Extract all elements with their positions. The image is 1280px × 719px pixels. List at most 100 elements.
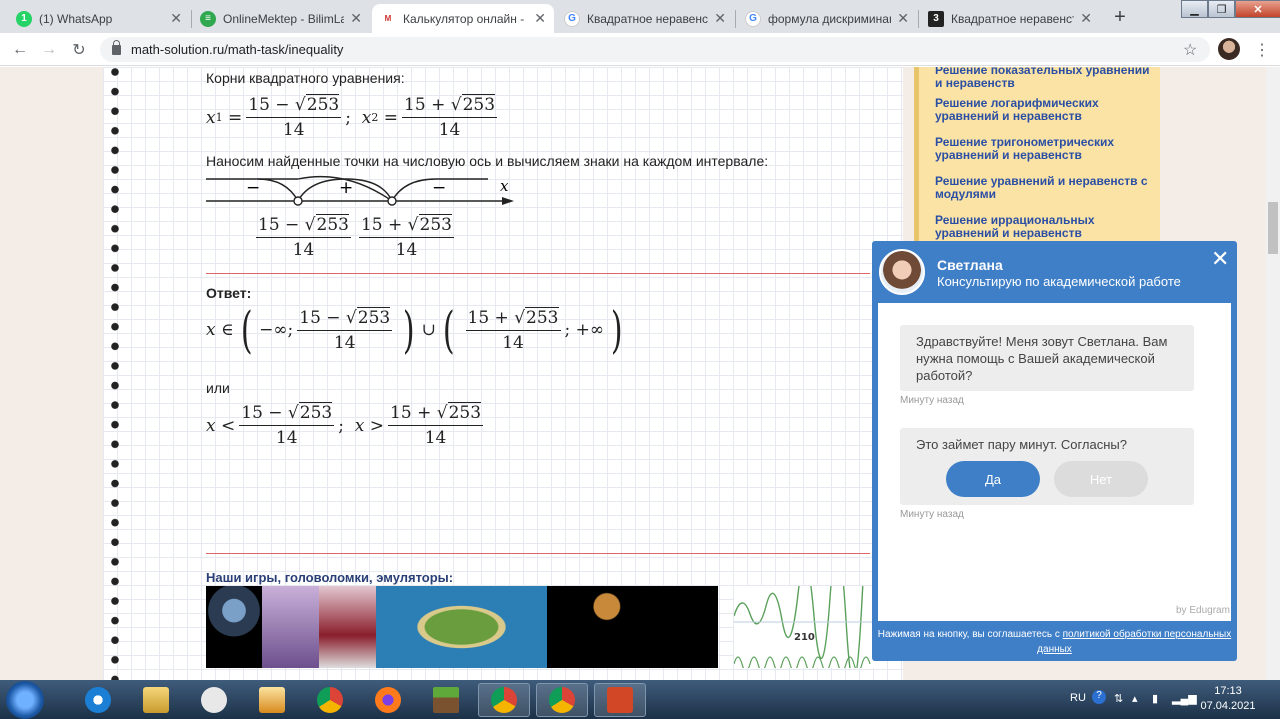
- point-open-1: [293, 196, 303, 206]
- media-player-icon: [259, 687, 285, 713]
- tray-show-hidden-icon[interactable]: ▴: [1132, 692, 1138, 705]
- inequality-fraction-2: 15 + √253 14: [388, 402, 484, 448]
- address-bar[interactable]: math-solution.ru/math-task/inequality: [100, 37, 1210, 62]
- back-button[interactable]: ←: [9, 39, 31, 61]
- tab-google-2[interactable]: G формула дискриминанта ✕: [737, 4, 917, 33]
- yes-button[interactable]: Да: [946, 461, 1040, 497]
- axis-arrow: [502, 197, 514, 205]
- system-clock[interactable]: 17:13 07.04.2021: [1196, 684, 1260, 714]
- tab-strip: 1 (1) WhatsApp ✕ ≡ OnlineMektep - BilimL…: [0, 0, 1280, 33]
- sidebar-link-exponential[interactable]: Решение показательных уравнений и нераве…: [935, 67, 1160, 90]
- whatsapp-icon: 1: [16, 10, 32, 27]
- close-icon[interactable]: ✕: [897, 10, 909, 27]
- chat-close-icon[interactable]: ✕: [1211, 246, 1229, 272]
- ie-icon: [85, 687, 111, 713]
- menu-dots-icon[interactable]: ⋮: [1254, 40, 1270, 60]
- tab-google-1[interactable]: G Квадратное неравенство ✕: [556, 4, 734, 33]
- game-tile-map[interactable]: [376, 586, 547, 668]
- taskbar-chrome[interactable]: [304, 683, 356, 717]
- chrome-icon: [491, 687, 517, 713]
- powerpoint-icon: [607, 687, 633, 713]
- close-icon[interactable]: ✕: [1080, 10, 1092, 27]
- games-title: Наши игры, головоломки, эмуляторы:: [206, 570, 454, 585]
- taskbar-minecraft[interactable]: [420, 683, 472, 717]
- tab-title: Квадратное неравенство: [951, 11, 1074, 26]
- taskbar-firefox[interactable]: [362, 683, 414, 717]
- google-icon: G: [564, 10, 580, 27]
- tab-inequality[interactable]: 3 Квадратное неравенство ✕: [920, 4, 1100, 33]
- section-divider: [206, 553, 870, 554]
- notebook-spiral: [110, 67, 120, 680]
- yu-icon: [201, 687, 227, 713]
- chrome-icon: [317, 687, 343, 713]
- firefox-icon: [375, 687, 401, 713]
- browser-toolbar: ← → ↻ math-solution.ru/math-task/inequal…: [0, 33, 1280, 66]
- chat-message-1: Здравствуйте! Меня зовут Светлана. Вам н…: [900, 325, 1194, 391]
- sidebar-link-irrational[interactable]: Решение иррациональных уравнений и нерав…: [935, 214, 1160, 240]
- taskbar-chrome-window-1[interactable]: [478, 683, 530, 717]
- start-button[interactable]: [6, 681, 44, 719]
- page-scrollbar[interactable]: [1266, 67, 1280, 680]
- reload-button[interactable]: ↻: [68, 39, 90, 61]
- consultant-name: Светлана: [937, 257, 1003, 273]
- section-divider: [206, 273, 870, 274]
- game-tile-car[interactable]: [319, 586, 376, 668]
- sidebar-link-logarithmic[interactable]: Решение логарифмических уравнений и нера…: [935, 97, 1160, 123]
- sidebar-link-modulus[interactable]: Решение уравнений и неравенств с модулям…: [935, 175, 1160, 201]
- tab-title: (1) WhatsApp: [39, 11, 113, 26]
- consent-text: Нажимая на кнопку, вы соглашаетесь с: [877, 629, 1063, 640]
- minimize-button[interactable]: ▁: [1181, 0, 1208, 18]
- close-icon[interactable]: ✕: [350, 10, 362, 27]
- page-scrollbar-thumb[interactable]: [1268, 202, 1278, 254]
- chrome-icon: [549, 687, 575, 713]
- point-open-2: [387, 196, 397, 206]
- bookmark-star-icon[interactable]: ☆: [1183, 40, 1197, 60]
- game-tile-planet[interactable]: [206, 586, 262, 668]
- privacy-policy-link[interactable]: политикой обработки персональных данных: [1037, 629, 1231, 655]
- root-2-fraction: 15 + √253 14: [402, 94, 498, 140]
- game-tile-figure[interactable]: [262, 586, 319, 668]
- taskbar-media[interactable]: [246, 683, 298, 717]
- sidebar-link-trigonometric[interactable]: Решение тригонометрических уравнений и н…: [935, 136, 1160, 162]
- no-button[interactable]: Нет: [1054, 461, 1148, 497]
- interval-arc-left: [257, 178, 299, 202]
- help-icon[interactable]: ?: [1092, 690, 1106, 704]
- forward-button[interactable]: →: [38, 39, 60, 61]
- or-label: или: [206, 380, 230, 396]
- chat-widget: Светлана Консультирую по академической р…: [872, 241, 1237, 661]
- sign-minus-left: −: [246, 178, 260, 198]
- language-indicator[interactable]: RU: [1070, 692, 1086, 704]
- new-tab-button[interactable]: +: [1107, 5, 1133, 29]
- tray-arrows-icon[interactable]: ⇅: [1114, 692, 1123, 705]
- tab-onlinemektep[interactable]: ≡ OnlineMektep - BilimLand ✕: [192, 4, 370, 33]
- game-tile-space[interactable]: [547, 586, 718, 668]
- tab-whatsapp[interactable]: 1 (1) WhatsApp ✕: [8, 4, 190, 33]
- profile-avatar[interactable]: [1218, 38, 1240, 60]
- taskbar-explorer[interactable]: [130, 683, 182, 717]
- tab-title: Калькулятор онлайн - Р: [403, 11, 529, 26]
- maximize-button[interactable]: ❐: [1208, 0, 1235, 18]
- axis-variable: x: [500, 177, 509, 195]
- windows-taskbar: RU ? ⇅ ▴ ▮ ▂▄▆ 17:13 07.04.2021: [0, 680, 1280, 719]
- close-icon[interactable]: ✕: [714, 10, 726, 27]
- taskbar-ie[interactable]: [72, 683, 124, 717]
- tab-calculator[interactable]: M Калькулятор онлайн - Р ✕: [372, 4, 554, 33]
- taskbar-yu[interactable]: [188, 683, 240, 717]
- answer-inequality: x < 15 − √253 14 ; x > 15 + √253 14: [206, 402, 484, 448]
- waveform-game[interactable]: 210: [734, 586, 874, 668]
- close-icon[interactable]: ✕: [170, 10, 182, 27]
- taskbar-powerpoint[interactable]: [594, 683, 646, 717]
- math-solution-icon: M: [380, 10, 396, 27]
- clock-date: 07.04.2021: [1200, 700, 1256, 712]
- chat-messages: Здравствуйте! Меня зовут Светлана. Вам н…: [878, 303, 1231, 621]
- axis-point-2-label: 15 + √253 14: [358, 214, 454, 260]
- battery-icon[interactable]: ▮: [1152, 692, 1158, 705]
- close-window-button[interactable]: ✕: [1235, 0, 1280, 18]
- taskbar-chrome-window-2[interactable]: [536, 683, 588, 717]
- url-text: math-solution.ru/math-task/inequality: [131, 42, 344, 57]
- signal-icon[interactable]: ▂▄▆: [1172, 692, 1197, 705]
- onlinemektep-icon: ≡: [200, 10, 216, 27]
- games-gallery: [206, 586, 718, 668]
- close-icon[interactable]: ✕: [534, 10, 546, 27]
- inequality-fraction-1: 15 − √253 14: [239, 402, 335, 448]
